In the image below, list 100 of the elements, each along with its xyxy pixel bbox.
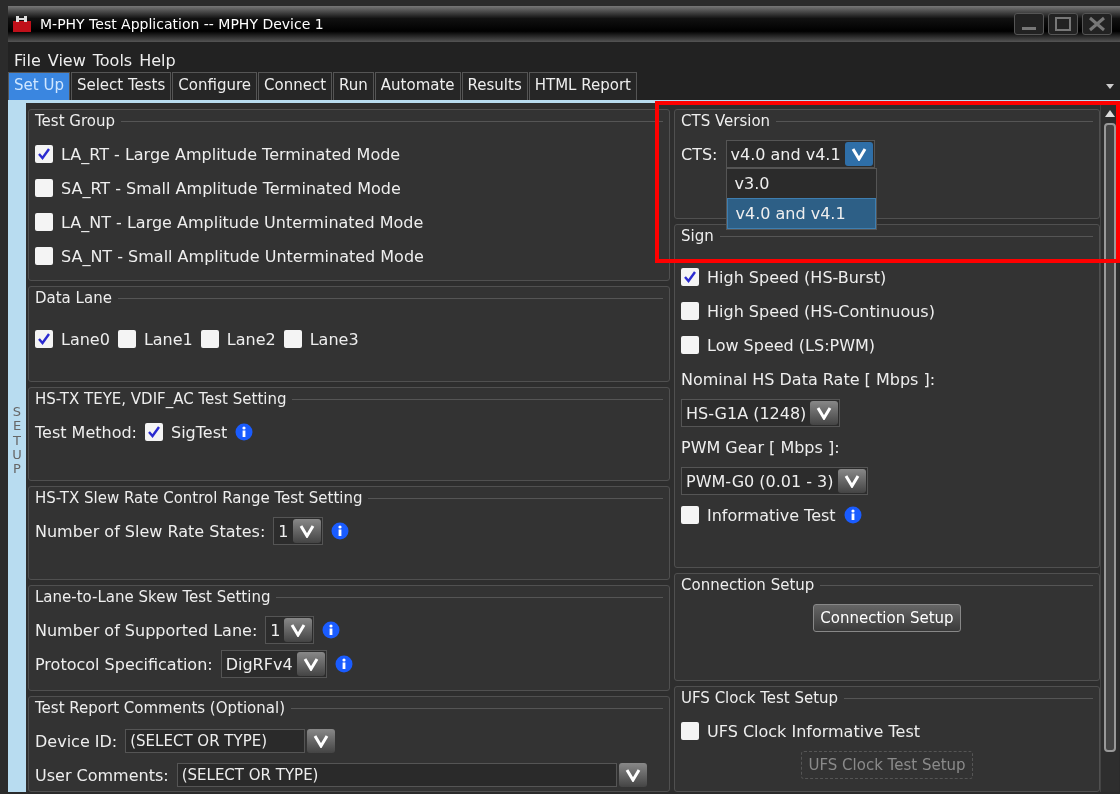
checkbox-label[interactable]: LA_NT - Large Amplitude Unterminated Mode	[61, 212, 424, 232]
tab[interactable]: Results	[461, 72, 528, 100]
select-field[interactable]: HS-G1A (1248)	[681, 399, 841, 427]
group-title: HS-TX TEYE, VDIF_AC Test Setting	[35, 390, 287, 408]
tab[interactable]: HTML Report	[528, 72, 637, 100]
field-label: CTS:	[681, 144, 718, 164]
tab[interactable]: Run	[333, 72, 374, 100]
window-title: M-PHY Test Application -- MPHY Device 1	[40, 16, 324, 32]
app-icon	[12, 15, 32, 33]
select-field[interactable]: 1	[273, 517, 323, 545]
scrollbar-thumb[interactable]	[1104, 123, 1116, 752]
checkbox-label[interactable]: SigTest	[171, 422, 228, 442]
checkbox[interactable]	[681, 268, 699, 286]
dropdown-button[interactable]	[296, 652, 325, 676]
checkbox-label[interactable]: SA_NT - Small Amplitude Unterminated Mode	[61, 246, 424, 266]
checkbox[interactable]	[681, 506, 699, 524]
field-label: Protocol Specification:	[35, 654, 213, 674]
combo-field[interactable]: (SELECT OR TYPE)	[125, 729, 306, 753]
field-label: Number of Slew Rate States:	[35, 521, 266, 541]
scroll-up-icon[interactable]	[1105, 109, 1115, 117]
checkbox[interactable]	[117, 330, 136, 348]
chevron-down-icon	[313, 734, 330, 748]
info-icon[interactable]	[322, 621, 341, 639]
dropdown-button[interactable]	[618, 763, 647, 787]
info-icon[interactable]	[334, 655, 353, 673]
group-title: Lane-to-Lane Skew Test Setting	[35, 588, 271, 606]
group-title: Test Group	[35, 112, 115, 130]
dropdown-button[interactable]	[844, 142, 873, 166]
select-field[interactable]: PWM-G0 (0.01 - 3)	[681, 467, 868, 495]
menu-item[interactable]: View	[47, 51, 86, 72]
checkbox-label[interactable]: Informative Test	[707, 505, 836, 525]
field-label: Number of Supported Lane:	[35, 620, 258, 640]
dropdown-button[interactable]	[292, 519, 321, 543]
group-title: CTS Version	[681, 112, 771, 130]
chevron-down-icon	[850, 147, 867, 161]
checkbox-label[interactable]: Lane2	[226, 329, 276, 349]
field-label: Nominal HS Data Rate [ Mbps ]:	[681, 369, 936, 389]
checkbox[interactable]	[200, 330, 219, 348]
dropdown-button[interactable]	[307, 729, 336, 753]
dropdown-option[interactable]: v3.0	[726, 169, 876, 198]
tab[interactable]: Automate	[374, 72, 461, 100]
minimize-button[interactable]	[1014, 13, 1044, 35]
tab[interactable]: Configure	[172, 72, 257, 100]
info-icon[interactable]	[235, 423, 254, 441]
info-icon[interactable]	[843, 506, 862, 524]
group-title: HS-TX Slew Rate Control Range Test Setting	[35, 489, 363, 507]
group-title: Connection Setup	[681, 576, 815, 594]
checkbox[interactable]	[35, 330, 53, 348]
checkbox-label[interactable]: Lane0	[61, 329, 110, 349]
tab[interactable]: Select Tests	[70, 72, 172, 100]
checkbox-label[interactable]: High Speed (HS-Continuous)	[707, 301, 935, 321]
select-field[interactable]: DigRFv4	[220, 650, 327, 678]
dropdown-button[interactable]	[284, 618, 313, 642]
field-label: User Comments:	[35, 765, 169, 785]
tab[interactable]: Connect	[258, 72, 333, 100]
info-icon[interactable]	[330, 522, 349, 540]
checkbox-label[interactable]: SA_RT - Small Amplitude Terminated Mode	[61, 178, 401, 198]
field-label: PWM Gear [ Mbps ]:	[681, 437, 840, 457]
checkbox-label[interactable]: UFS Clock Informative Test	[707, 721, 921, 741]
chevron-down-icon	[298, 524, 315, 538]
checkbox-label[interactable]: Lane3	[309, 329, 359, 349]
group-title: UFS Clock Test Setup	[681, 689, 839, 707]
menu-item[interactable]: File	[14, 51, 41, 72]
select-field[interactable]: 1	[265, 616, 315, 644]
close-icon	[1087, 16, 1107, 32]
minimize-icon	[1022, 27, 1036, 30]
scrollbar[interactable]	[1100, 103, 1119, 792]
maximize-button[interactable]	[1048, 13, 1078, 35]
checkbox[interactable]	[35, 213, 53, 231]
combo-field[interactable]: (SELECT OR TYPE)	[176, 763, 617, 787]
checkbox-label[interactable]: Lane1	[143, 329, 193, 349]
chevron-down-icon	[624, 768, 641, 782]
dropdown-button[interactable]	[837, 469, 866, 493]
menu-item[interactable]: Help	[139, 51, 176, 72]
checkbox-label[interactable]: High Speed (HS-Burst)	[707, 267, 887, 287]
chevron-down-icon	[843, 474, 860, 488]
checkbox[interactable]	[681, 302, 699, 320]
close-button[interactable]	[1082, 13, 1112, 35]
dropdown-button[interactable]	[810, 401, 839, 425]
checkbox[interactable]	[681, 722, 699, 740]
group-title: Test Report Comments (Optional)	[35, 699, 285, 717]
checkbox[interactable]	[35, 145, 53, 163]
chevron-down-icon	[290, 623, 307, 637]
field-label: Device ID:	[35, 731, 118, 751]
chevron-down-icon	[302, 657, 319, 671]
checkbox[interactable]	[681, 336, 699, 354]
checkbox[interactable]	[283, 330, 302, 348]
dropdown-option[interactable]: v4.0 and v4.1	[726, 198, 876, 229]
checkbox[interactable]	[35, 179, 53, 197]
side-label: SET UP	[11, 405, 23, 477]
setup-button[interactable]: Connection Setup	[813, 604, 961, 632]
checkbox[interactable]	[35, 247, 53, 265]
maximize-icon	[1053, 16, 1073, 32]
group-title: Data Lane	[35, 289, 112, 307]
checkbox-label[interactable]: LA_RT - Large Amplitude Terminated Mode	[61, 144, 401, 164]
checkbox[interactable]	[145, 423, 163, 441]
checkbox-label[interactable]: Low Speed (LS:PWM)	[707, 335, 876, 355]
menu-item[interactable]: Tools	[92, 51, 133, 72]
select-field[interactable]: v4.0 and v4.1	[725, 140, 875, 168]
overflow-icon[interactable]	[1106, 84, 1114, 90]
